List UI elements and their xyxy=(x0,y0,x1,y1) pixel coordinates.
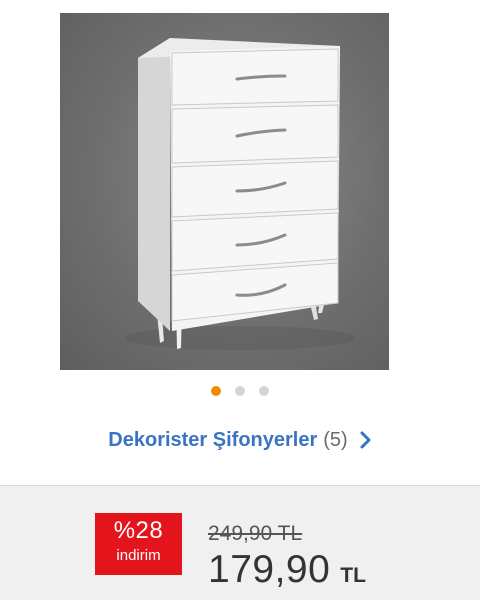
store-link[interactable]: Dekorister Şifonyerler (5) xyxy=(0,424,480,456)
product-image[interactable] xyxy=(60,13,389,370)
store-name: Dekorister Şifonyerler xyxy=(108,428,318,451)
carousel-dot[interactable] xyxy=(235,386,245,396)
discount-badge: %28 indirim xyxy=(95,513,182,575)
dresser-illustration xyxy=(125,38,355,350)
carousel-dot-active[interactable] xyxy=(211,386,221,396)
carousel-dot[interactable] xyxy=(259,386,269,396)
discount-percent: %28 xyxy=(113,517,164,544)
new-price-currency: TL xyxy=(340,564,366,587)
store-product-count: (5) xyxy=(323,428,348,451)
chevron-right-icon xyxy=(360,431,372,449)
product-page: Dekorister Şifonyerler (5) %28 indirim 2… xyxy=(0,0,480,600)
new-price-amount: 179,90 xyxy=(208,548,331,591)
image-carousel-dots xyxy=(0,386,480,396)
new-price: 179,90 TL xyxy=(208,548,366,592)
price-bar: %28 indirim 249,90 TL 179,90 TL xyxy=(0,485,480,600)
discount-label: indirim xyxy=(116,547,161,564)
old-price: 249,90 TL xyxy=(208,522,303,545)
